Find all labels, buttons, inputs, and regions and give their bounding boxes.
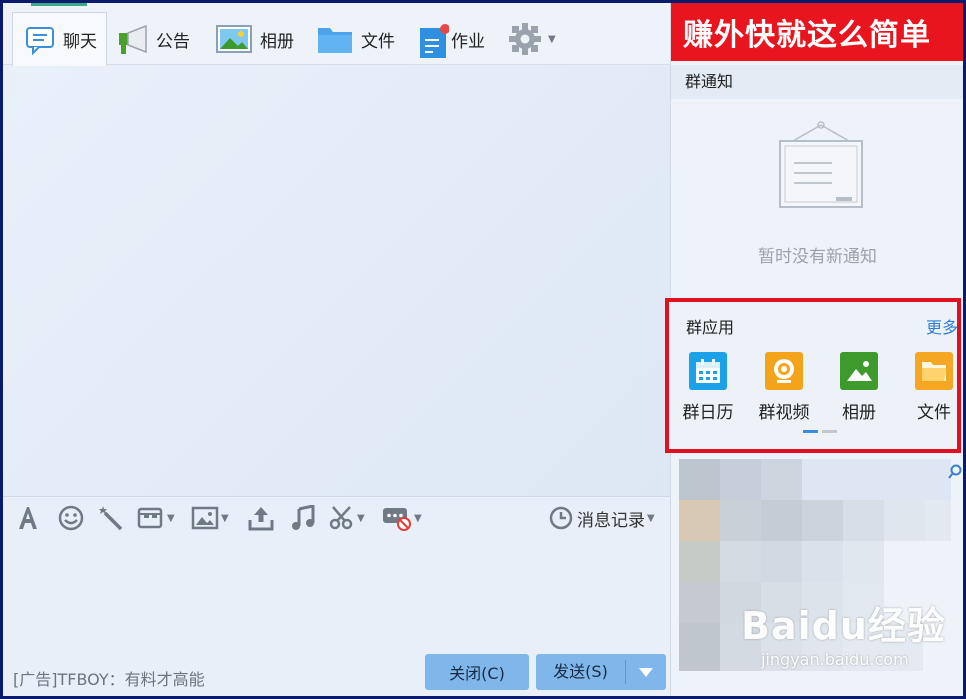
app-label: 群日历	[682, 403, 734, 423]
music-icon	[292, 505, 315, 530]
notice-board-icon	[776, 121, 866, 215]
chevron-down-icon: ▼	[357, 512, 365, 524]
input-toolbar: ▼ ▼ ▼ ▼ 消息记录 ▼	[3, 496, 670, 538]
chevron-down-icon: ▼	[221, 512, 229, 524]
message-history-label: 消息记录	[577, 510, 645, 531]
group-notice-header: 群通知	[671, 65, 963, 99]
tab-notice[interactable]: 公告	[118, 13, 190, 65]
emoji-button[interactable]	[58, 505, 84, 531]
tab-album[interactable]: 相册	[216, 13, 294, 65]
folder-icon	[317, 24, 353, 54]
qq-group-chat-window: 聊天 公告 相册 文件 作业 ▼ ▼ ▼ ▼ ▼ 消息记录 ▼ [广告]TFBO…	[3, 3, 963, 696]
watermark-main: Baidu经验	[741, 604, 946, 648]
upload-button[interactable]	[248, 505, 274, 531]
group-apps-title: 群应用	[686, 318, 735, 337]
chat-icon	[25, 25, 55, 55]
block-button[interactable]: ▼	[382, 505, 422, 531]
album-icon	[840, 352, 878, 390]
calendar-icon	[689, 352, 727, 390]
settings-menu[interactable]: ▼	[508, 13, 556, 65]
image-icon	[191, 506, 219, 530]
close-button-label: 关闭(C)	[449, 664, 505, 683]
image-icon	[216, 24, 252, 54]
app-file[interactable]: 文件	[898, 352, 963, 423]
chevron-down-icon: ▼	[167, 512, 175, 524]
app-label: 文件	[917, 403, 951, 423]
baidu-watermark: Baidu经验 jingyan.baidu.com	[741, 595, 946, 669]
right-panel: 赚外快就这么简单 群通知 暂时没有新通知 群应用 更多 群日历 群视频 相册 文…	[665, 3, 963, 696]
tab-homework-label: 作业	[451, 31, 485, 52]
folder-icon	[915, 352, 953, 390]
tab-file-label: 文件	[361, 31, 395, 52]
image-button[interactable]: ▼	[191, 505, 229, 531]
search-icon[interactable]	[948, 464, 962, 484]
app-group-calendar[interactable]: 群日历	[672, 352, 744, 423]
pager-dot[interactable]	[822, 430, 837, 433]
app-album[interactable]: 相册	[823, 352, 895, 423]
magic-button[interactable]	[99, 505, 125, 531]
app-group-video[interactable]: 群视频	[748, 352, 820, 423]
gear-icon	[508, 22, 542, 56]
homework-icon	[419, 24, 450, 58]
font-icon	[19, 507, 37, 529]
apps-pager[interactable]	[803, 430, 837, 433]
app-label: 相册	[842, 403, 876, 423]
send-button-label: 发送(S)	[536, 660, 626, 684]
sticker-icon	[137, 507, 163, 529]
send-options-dropdown[interactable]	[626, 667, 666, 677]
app-label: 群视频	[758, 403, 810, 423]
no-notice-text: 暂时没有新通知	[758, 247, 877, 267]
megaphone-icon	[118, 24, 148, 54]
tab-album-label: 相册	[260, 31, 294, 52]
magic-wand-icon	[99, 506, 123, 531]
tab-homework[interactable]: 作业	[419, 13, 485, 65]
chevron-down-icon: ▼	[647, 512, 655, 524]
tab-chat[interactable]: 聊天	[12, 3, 107, 66]
message-history-button[interactable]: 消息记录 ▼	[549, 505, 655, 531]
chevron-down-icon	[639, 667, 653, 677]
message-area[interactable]	[3, 66, 670, 496]
smile-icon	[58, 505, 84, 531]
upload-icon	[248, 507, 274, 531]
scissors-icon	[329, 506, 353, 530]
pager-dot[interactable]	[803, 430, 818, 433]
ad-link[interactable]: [广告]TFBOY：有料才高能	[13, 666, 205, 690]
send-button[interactable]: 发送(S)	[536, 654, 666, 690]
group-apps-section: 群应用 更多 群日历 群视频 相册 文件	[665, 298, 961, 453]
banner-overlay: 赚外快就这么简单	[671, 3, 963, 61]
tab-file[interactable]: 文件	[317, 13, 395, 65]
block-message-icon	[383, 508, 411, 531]
screenshot-button[interactable]: ▼	[329, 505, 365, 531]
watermark-sub: jingyan.baidu.com	[761, 650, 909, 669]
chevron-down-icon: ▼	[414, 512, 422, 524]
clock-icon	[549, 506, 573, 530]
sticker-button[interactable]: ▼	[137, 505, 175, 531]
music-button[interactable]	[290, 505, 316, 531]
font-button[interactable]	[15, 505, 41, 531]
tab-chat-label: 聊天	[63, 32, 97, 52]
close-button[interactable]: 关闭(C)	[425, 654, 529, 690]
more-apps-link[interactable]: 更多	[926, 314, 958, 338]
chevron-down-icon: ▼	[548, 33, 556, 45]
video-icon	[765, 352, 803, 390]
tab-notice-label: 公告	[156, 31, 190, 52]
tab-bar: 聊天 公告 相册 文件 作业 ▼	[3, 3, 670, 66]
